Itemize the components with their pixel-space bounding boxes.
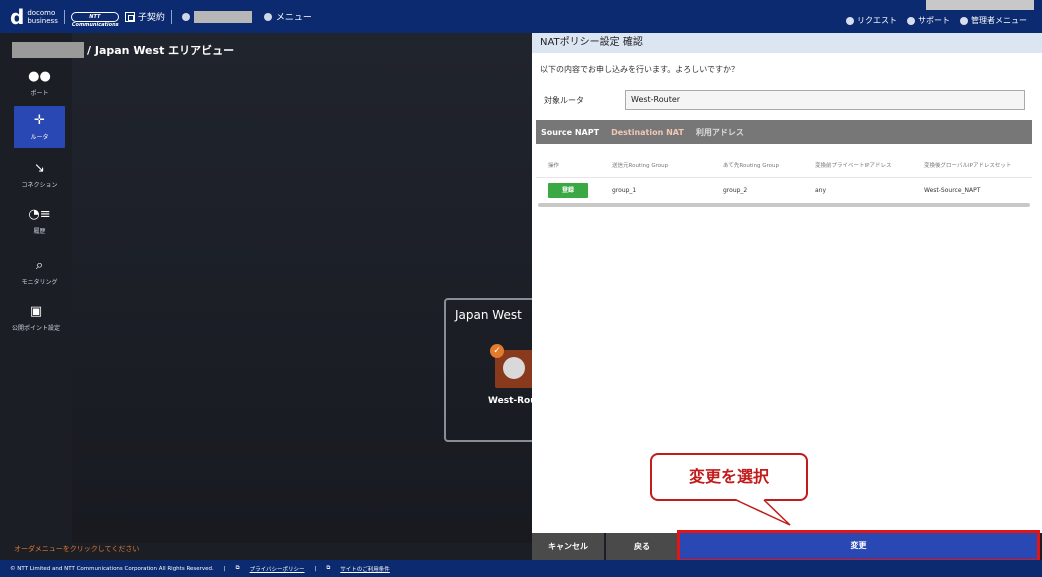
request-link[interactable]: リクエスト <box>846 15 897 26</box>
col-global-ip-set: 変換後グローバルIPアドレスセット <box>924 163 1012 169</box>
col-dst-group: あて先Routing Group <box>723 163 779 169</box>
panel-title: NATポリシー設定 確認 <box>532 33 1042 53</box>
footer-bar: © NTT Limited and NTT Communications Cor… <box>0 560 1042 577</box>
sidebar-item-monitoring[interactable]: ⌕ モニタリング <box>14 251 65 293</box>
cell-global-ip-set: West-Source_NAPT <box>924 187 981 194</box>
sidebar-item-label: ルータ <box>30 133 49 141</box>
brand-text: docomo business <box>27 9 58 25</box>
sidebar-item-public-point[interactable]: ▣ 公開ポイント設定 <box>0 297 72 339</box>
divider: | <box>223 565 226 572</box>
col-src-group: 送信元Routing Group <box>612 163 669 169</box>
port-icon: ●● <box>28 68 51 84</box>
bell-icon <box>846 16 854 25</box>
support-link[interactable]: サポート <box>907 15 950 26</box>
divider <box>170 9 172 24</box>
brand-line2: business <box>27 16 58 25</box>
docomo-business-logo[interactable]: d docomo business <box>10 7 58 27</box>
router-icon: ✛ <box>34 112 45 128</box>
nat-tabs: Source NAPT Destination NAT 利用アドレス <box>536 120 1032 144</box>
top-right-links: リクエスト サポート 管理者メニュー <box>846 15 1027 26</box>
cell-dst-group: group_2 <box>723 187 748 194</box>
area-view-canvas[interactable] <box>72 33 532 543</box>
cell-private-ip: any <box>815 187 827 194</box>
change-button[interactable]: 変更 <box>677 530 1040 562</box>
ntt-communications-logo: NTT Communications <box>70 11 119 28</box>
confirm-message: 以下の内容でお申し込みを行います。よろしいですか？ <box>540 65 739 74</box>
target-router-field: West-Router <box>625 90 1025 110</box>
sidebar-item-label: ポート <box>30 89 49 97</box>
divider: | <box>314 565 317 572</box>
tab-destination-nat[interactable]: Destination NAT <box>611 128 684 137</box>
support-label: サポート <box>918 16 950 25</box>
contract-selector[interactable]: 子契約 <box>124 10 165 23</box>
masked-breadcrumb <box>12 42 84 58</box>
col-private-ip: 変換前プライベートIPアドレス <box>815 163 892 169</box>
horizontal-scrollbar[interactable] <box>538 203 1030 207</box>
copyright-text: © NTT Limited and NTT Communications Cor… <box>10 565 214 572</box>
contract-label: 子契約 <box>137 13 165 23</box>
order-hint-text: オーダメニューをクリックしてください <box>14 545 140 553</box>
privacy-policy-link[interactable]: プライバシーポリシー <box>250 565 305 573</box>
terms-link[interactable]: サイトのご利用条件 <box>340 565 390 573</box>
register-badge: 登録 <box>548 183 588 198</box>
monitor-icon: ▣ <box>29 303 43 319</box>
external-link-icon: ⧉ <box>235 565 240 571</box>
breadcrumb-label: / Japan West エリアビュー <box>87 44 235 57</box>
table-row: 登録 group_1 group_2 any West-Source_NAPT <box>536 183 1032 203</box>
top-navigation-bar: d docomo business NTT Communications 子契約… <box>0 0 1042 33</box>
admin-menu-label: 管理者メニュー <box>971 16 1027 25</box>
check-icon: ✓ <box>490 344 504 358</box>
cancel-button[interactable]: キャンセル <box>532 533 604 560</box>
cell-src-group: group_1 <box>612 187 637 194</box>
chevron-down-icon <box>263 12 272 21</box>
sidebar-item-port[interactable]: ●● ポート <box>14 62 65 104</box>
admin-menu-link[interactable]: 管理者メニュー <box>960 15 1027 26</box>
sidebar-item-router[interactable]: ✛ ルータ <box>14 106 65 148</box>
sidebar-item-label: 公開ポイント設定 <box>11 324 60 332</box>
breadcrumb: / Japan West エリアビュー <box>12 42 234 58</box>
divider <box>63 9 65 24</box>
sidebar-item-label: モニタリング <box>21 278 58 286</box>
docomo-d-mark: d <box>10 4 25 29</box>
help-icon <box>907 16 915 25</box>
menu-button[interactable]: メニュー <box>260 10 312 23</box>
tab-used-addresses[interactable]: 利用アドレス <box>696 127 744 138</box>
masked-contract-name <box>193 10 252 23</box>
sidebar: ●● ポート ✛ ルータ ↘ コネクション ◔≡ 履歴 ⌕ モニタリング ▣ 公… <box>0 33 72 543</box>
monitoring-icon: ⌕ <box>35 257 44 273</box>
request-label: リクエスト <box>857 16 897 25</box>
external-link-icon: ⧉ <box>326 565 331 571</box>
target-router-label: 対象ルータ <box>544 96 584 105</box>
region-title: Japan West <box>455 308 522 322</box>
instruction-callout: 変更を選択 <box>650 453 808 501</box>
brand-line1: docomo <box>27 8 56 17</box>
connection-icon: ↘ <box>34 160 45 176</box>
contract-icon <box>124 11 135 22</box>
gear-icon <box>960 16 968 25</box>
menu-label: メニュー <box>275 13 312 23</box>
divider <box>536 177 1032 178</box>
sidebar-item-history[interactable]: ◔≡ 履歴 <box>14 200 65 242</box>
status-icon <box>181 12 190 21</box>
sidebar-item-label: 履歴 <box>33 227 46 235</box>
back-button[interactable]: 戻る <box>606 533 678 560</box>
sidebar-item-label: コネクション <box>21 181 58 189</box>
masked-user-area <box>926 0 1034 10</box>
history-icon: ◔≡ <box>28 206 51 222</box>
callout-tail <box>735 499 791 526</box>
sidebar-item-connection[interactable]: ↘ コネクション <box>14 154 65 196</box>
col-action: 操作 <box>548 163 560 169</box>
tab-source-napt[interactable]: Source NAPT <box>541 128 599 137</box>
